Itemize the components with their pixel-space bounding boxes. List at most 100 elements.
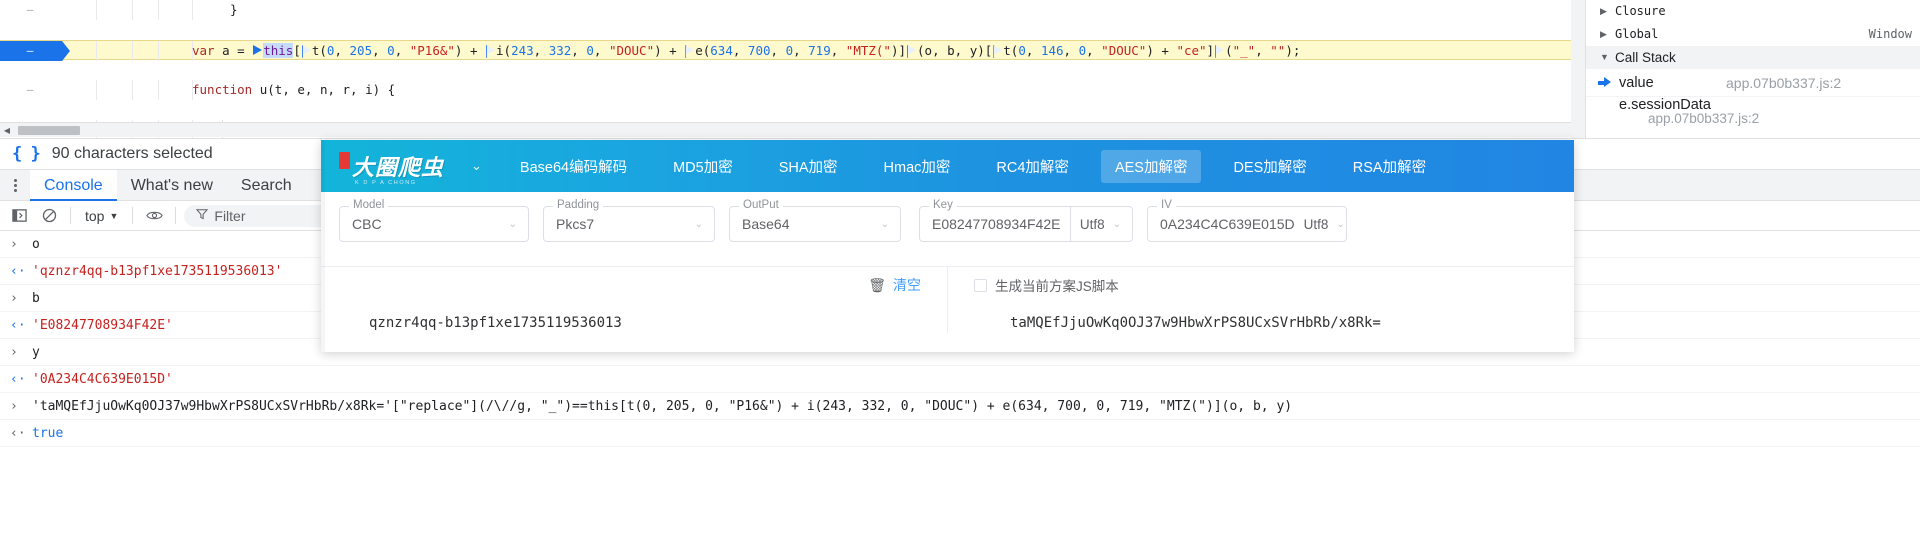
nav-rsa[interactable]: RSA加解密 bbox=[1339, 150, 1440, 183]
output-value: Base64 bbox=[742, 216, 790, 232]
key-value[interactable]: E08247708934F42E bbox=[920, 216, 1070, 232]
nav-des[interactable]: DES加解密 bbox=[1219, 150, 1320, 183]
panel-toggle-icon[interactable] bbox=[6, 204, 32, 228]
tab-console[interactable]: Console bbox=[30, 169, 117, 201]
scope-label: Closure bbox=[1615, 4, 1666, 18]
frame-source: app.07b0b337.js:2 bbox=[1648, 111, 1760, 126]
output-label: OutPut bbox=[739, 199, 783, 211]
io-row: 🗑 清空 qznzr4qq-b13pf1xe1735119536013 生成当前… bbox=[321, 266, 1574, 333]
expand-arrow-icon[interactable] bbox=[253, 45, 263, 56]
chevron-down-icon[interactable]: ⌄ bbox=[509, 219, 528, 230]
prompt-glyph-icon: › bbox=[10, 290, 18, 306]
brand-logo[interactable]: 大圈爬虫 K D P A CHONG bbox=[339, 146, 457, 186]
code-text: function u(t, e, n, r, i) { bbox=[192, 82, 396, 97]
chevron-down-icon[interactable]: ⌄ bbox=[881, 219, 900, 230]
chevron-right-icon[interactable]: ▶ bbox=[1600, 0, 1611, 23]
sidebar-scroll-gutter[interactable] bbox=[1571, 0, 1585, 138]
iv-input[interactable]: IV 0A234C4C639E015D Utf8 ⌄ bbox=[1147, 199, 1347, 242]
iv-encoding-value[interactable]: Utf8 bbox=[1295, 217, 1337, 232]
logo-badge-icon bbox=[339, 152, 350, 169]
expand-arrow-icon[interactable] bbox=[685, 45, 695, 56]
funnel-icon bbox=[196, 207, 209, 225]
braces-icon[interactable]: { } bbox=[12, 144, 41, 164]
generate-script-option[interactable]: 生成当前方案JS脚本 bbox=[966, 267, 1556, 303]
output-select[interactable]: OutPut Base64 ⌄ bbox=[729, 199, 901, 242]
clear-button[interactable]: 清空 bbox=[893, 275, 921, 295]
line-gutter[interactable]: – bbox=[0, 41, 60, 61]
scope-row-global[interactable]: ▶ Global Window bbox=[1586, 23, 1920, 46]
tab-search[interactable]: Search bbox=[227, 170, 306, 201]
execution-context-label: top bbox=[85, 207, 105, 224]
line-gutter[interactable]: – bbox=[0, 0, 60, 20]
tab-whats-new[interactable]: What's new bbox=[117, 170, 227, 201]
clear-console-icon[interactable] bbox=[36, 204, 62, 228]
chevron-right-icon[interactable]: ▶ bbox=[1600, 23, 1611, 46]
sources-code-pane[interactable]: – } – var a = this[t(0, 205, 0, "P16&") … bbox=[0, 0, 1571, 138]
debugger-sidebar: ▶ Closure ▶ Global Window ▼ Call Stack v… bbox=[1585, 0, 1920, 138]
brand-name: 大圈爬虫 bbox=[351, 156, 444, 181]
scroll-left-icon[interactable]: ◀ bbox=[0, 126, 14, 135]
expand-arrow-icon[interactable] bbox=[1215, 45, 1225, 56]
expand-arrow-icon[interactable] bbox=[993, 45, 1003, 56]
scope-label: Global bbox=[1615, 27, 1659, 41]
code-row-highlighted[interactable]: – var a = this[t(0, 205, 0, "P16&") + i(… bbox=[0, 40, 1571, 61]
console-result: 'E08247708934F42E' bbox=[32, 317, 173, 333]
expand-arrow-icon[interactable] bbox=[907, 45, 917, 56]
code-row[interactable]: – function u(t, e, n, r, i) { bbox=[0, 80, 1571, 100]
eye-icon[interactable] bbox=[141, 204, 167, 228]
scrollbar-thumb[interactable] bbox=[18, 125, 80, 135]
result-glyph-icon: ‹· bbox=[10, 425, 26, 441]
model-select[interactable]: Model CBC ⌄ bbox=[339, 199, 529, 242]
key-encoding-value[interactable]: Utf8 bbox=[1071, 217, 1113, 232]
result-glyph-icon: ‹· bbox=[10, 317, 26, 333]
call-stack-title: Call Stack bbox=[1615, 50, 1676, 65]
code-horizontal-scrollbar[interactable]: ◀ bbox=[0, 122, 1571, 137]
prompt-glyph-icon: › bbox=[10, 236, 18, 252]
call-stack-frame-active[interactable]: value app.07b0b337.js:2 bbox=[1586, 69, 1920, 96]
trash-icon[interactable]: 🗑 bbox=[868, 277, 886, 294]
code-text-active-line: var a = this[t(0, 205, 0, "P16&") + i(24… bbox=[192, 43, 1301, 58]
code-row[interactable]: – } bbox=[0, 0, 1571, 20]
chevron-down-icon[interactable]: ⌄ bbox=[1113, 219, 1132, 230]
chevron-down-icon[interactable]: ⌄ bbox=[695, 219, 714, 230]
scope-row-closure[interactable]: ▶ Closure bbox=[1586, 0, 1920, 23]
nav-base64[interactable]: Base64编码解码 bbox=[506, 150, 641, 183]
console-result: 'qznzr4qq-b13pf1xe1735119536013' bbox=[32, 263, 283, 279]
console-result: '0A234C4C639E015D' bbox=[32, 371, 173, 387]
config-field-row: Model CBC ⌄ Padding Pkcs7 ⌄ OutPut Base6… bbox=[321, 199, 1574, 242]
call-stack-frame[interactable]: e.sessionData app.07b0b337.js:2 bbox=[1586, 96, 1920, 130]
key-input[interactable]: Key E08247708934F42E Utf8 ⌄ bbox=[919, 199, 1133, 242]
nav-md5[interactable]: MD5加密 bbox=[659, 150, 747, 183]
chevron-down-icon[interactable]: ⌄ bbox=[1336, 219, 1355, 230]
chevron-down-icon[interactable]: ⌄ bbox=[471, 158, 482, 174]
result-glyph-icon: ‹· bbox=[10, 371, 26, 387]
generate-script-checkbox[interactable] bbox=[974, 278, 987, 292]
expand-arrow-icon[interactable] bbox=[301, 45, 311, 56]
plaintext-input[interactable]: qznzr4qq-b13pf1xe1735119536013 bbox=[339, 303, 929, 333]
breakpoint-marker[interactable]: – bbox=[0, 41, 70, 61]
more-options-icon[interactable] bbox=[0, 178, 30, 192]
line-gutter[interactable]: – bbox=[0, 80, 60, 100]
nav-sha[interactable]: SHA加密 bbox=[765, 150, 852, 183]
nav-hmac[interactable]: Hmac加密 bbox=[870, 150, 965, 183]
call-stack-header[interactable]: ▼ Call Stack bbox=[1586, 46, 1920, 69]
chevron-down-icon[interactable]: ▼ bbox=[1600, 46, 1611, 69]
frame-name: value bbox=[1619, 74, 1654, 91]
nav-rc4[interactable]: RC4加解密 bbox=[982, 150, 1083, 183]
nav-aes[interactable]: AES加解密 bbox=[1100, 149, 1202, 183]
console-output-line[interactable]: ‹· '0A234C4C639E015D' bbox=[0, 366, 1920, 393]
console-output-line[interactable]: ‹· true bbox=[0, 420, 1920, 447]
ciphertext-output[interactable]: taMQEfJjuOwKq0OJ37w9HbwXrPS8UCxSVrHbRb/x… bbox=[966, 303, 1556, 333]
toolbar-divider bbox=[70, 207, 71, 224]
iv-value[interactable]: 0A234C4C639E015D bbox=[1148, 216, 1295, 232]
expand-arrow-icon[interactable] bbox=[486, 45, 496, 56]
console-result: true bbox=[32, 425, 64, 441]
brand-subtitle: K D P A CHONG bbox=[355, 180, 417, 186]
padding-select[interactable]: Padding Pkcs7 ⌄ bbox=[543, 199, 715, 242]
input-actions: 🗑 清空 bbox=[339, 267, 929, 303]
console-expression: y bbox=[32, 344, 40, 360]
frame-source: app.07b0b337.js:2 bbox=[1726, 74, 1842, 91]
console-input-line[interactable]: › 'taMQEfJjuOwKq0OJ37w9HbwXrPS8UCxSVrHbR… bbox=[0, 393, 1920, 420]
execution-context-selector[interactable]: top ▼ bbox=[79, 205, 124, 227]
iv-label: IV bbox=[1157, 199, 1176, 211]
